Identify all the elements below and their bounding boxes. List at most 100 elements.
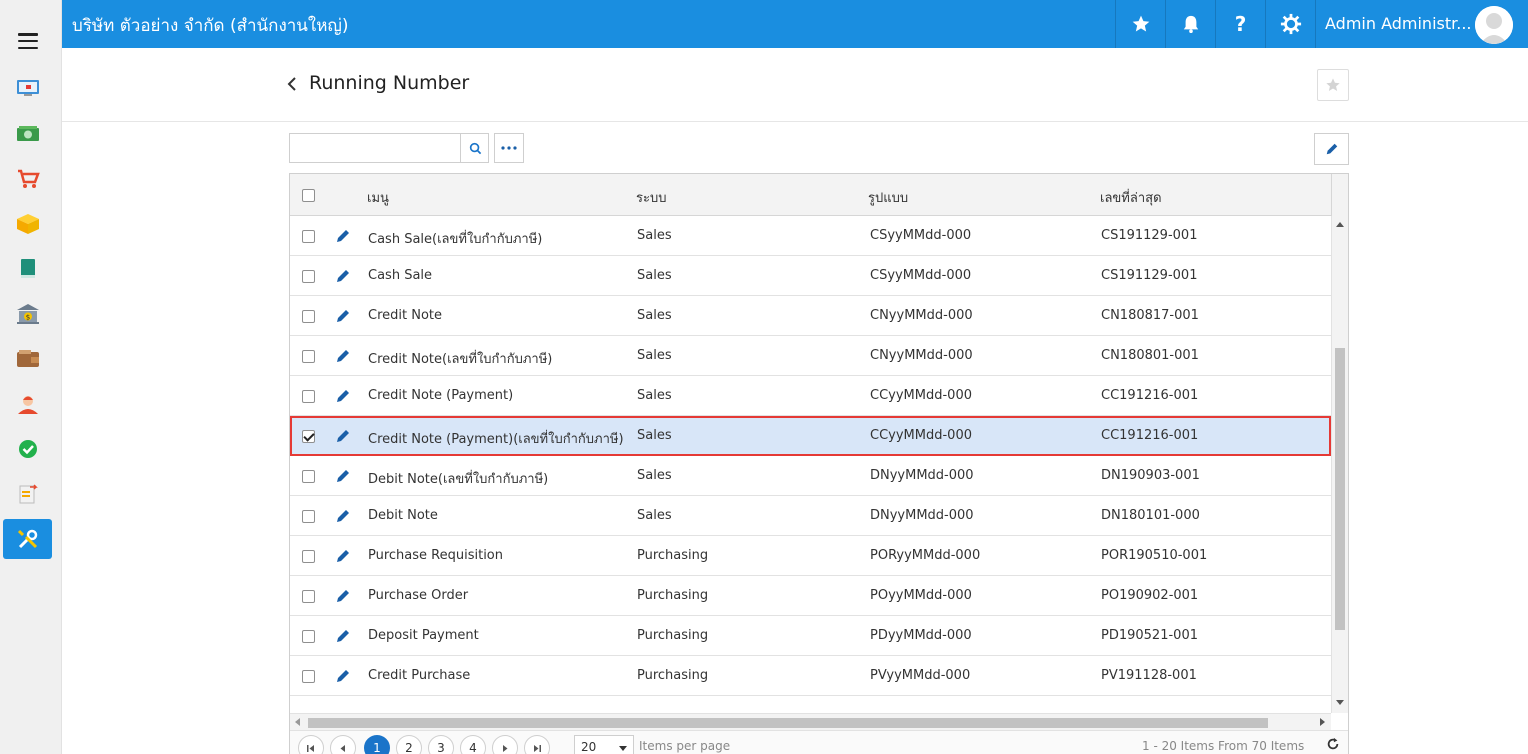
- first-page-icon: [307, 744, 314, 752]
- row-checkbox[interactable]: [302, 310, 315, 323]
- table-row[interactable]: Cash Sale Sales CSyyMMdd-000 CS191129-001: [290, 256, 1331, 296]
- first-page-button[interactable]: [298, 735, 324, 754]
- gear-icon: [1280, 13, 1301, 35]
- table-row[interactable]: Credit Note (Payment) Sales CCyyMMdd-000 CC…: [290, 376, 1331, 416]
- row-edit-pencil-icon[interactable]: [335, 308, 351, 324]
- row-checkbox[interactable]: [302, 430, 315, 443]
- add-favorite-button[interactable]: [1317, 69, 1349, 101]
- last-page-button[interactable]: [524, 735, 550, 754]
- cell-format: CNyyMMdd-000: [870, 308, 973, 323]
- page-button-2[interactable]: 2: [396, 735, 422, 754]
- dashboard-icon[interactable]: [14, 74, 42, 102]
- page-button-3[interactable]: 3: [428, 735, 454, 754]
- pager: 1 2 3 4 20 Items per page 1 - 20 Items F…: [290, 730, 1348, 754]
- scroll-right-icon[interactable]: [1320, 718, 1325, 726]
- approve-icon[interactable]: [14, 435, 42, 463]
- row-checkbox[interactable]: [302, 350, 315, 363]
- row-checkbox[interactable]: [302, 390, 315, 403]
- search-button[interactable]: [460, 134, 489, 162]
- more-options-button[interactable]: [494, 133, 524, 163]
- employee-icon[interactable]: [14, 390, 42, 418]
- row-edit-pencil-icon[interactable]: [335, 588, 351, 604]
- previous-page-button[interactable]: [330, 735, 356, 754]
- table-row[interactable]: Credit Purchase Purchasing PVyyMMdd-000 PV1…: [290, 656, 1331, 696]
- row-checkbox[interactable]: [302, 510, 315, 523]
- cell-format: CSyyMMdd-000: [870, 228, 972, 243]
- cart-icon[interactable]: [14, 165, 42, 193]
- bank-icon[interactable]: $: [14, 300, 42, 328]
- transfer-icon[interactable]: [14, 480, 42, 508]
- settings-tools-icon[interactable]: [3, 519, 52, 559]
- row-checkbox[interactable]: [302, 590, 315, 603]
- page-size-select[interactable]: 20: [574, 735, 634, 754]
- favorites-button[interactable]: [1115, 0, 1165, 48]
- money-icon[interactable]: [14, 120, 42, 148]
- page-button-4[interactable]: 4: [460, 735, 486, 754]
- cell-system: Purchasing: [637, 548, 709, 563]
- company-name: บริษัท ตัวอย่าง จำกัด (สำนักงานใหญ่): [72, 16, 349, 36]
- row-checkbox[interactable]: [302, 630, 315, 643]
- notifications-button[interactable]: [1165, 0, 1215, 48]
- page-header: Running Number: [62, 48, 1528, 122]
- cell-menu: Cash Sale: [368, 268, 433, 283]
- table-row[interactable]: Debit Note(เลขที่ใบกำกับภาษี) Sales DNyyMM…: [290, 456, 1331, 496]
- row-checkbox[interactable]: [302, 470, 315, 483]
- table-row[interactable]: Debit Note Sales DNyyMMdd-000 DN180101-000: [290, 496, 1331, 536]
- scroll-left-icon[interactable]: [295, 718, 300, 726]
- book-icon[interactable]: [14, 255, 42, 283]
- refresh-icon[interactable]: [1326, 737, 1342, 753]
- row-edit-pencil-icon[interactable]: [335, 268, 351, 284]
- row-checkbox[interactable]: [302, 550, 315, 563]
- scroll-up-icon[interactable]: [1336, 222, 1344, 227]
- column-header-format[interactable]: รูปแบบ: [868, 187, 908, 208]
- table-row[interactable]: Credit Note Sales CNyyMMdd-000 CN180817-001: [290, 296, 1331, 336]
- cell-latest-number: PV191128-001: [1101, 668, 1197, 683]
- cell-latest-number: DN180101-000: [1101, 508, 1200, 523]
- row-edit-pencil-icon[interactable]: [335, 388, 351, 404]
- avatar[interactable]: [1475, 6, 1513, 44]
- cell-menu: Credit Note(เลขที่ใบกำกับภาษี): [368, 352, 553, 367]
- box-icon[interactable]: [14, 210, 42, 238]
- search-input[interactable]: [290, 134, 460, 162]
- table-row[interactable]: Credit Note (Payment)(เลขที่ใบกำกับภาษี)…: [290, 416, 1331, 456]
- row-edit-pencil-icon[interactable]: [335, 228, 351, 244]
- row-edit-pencil-icon[interactable]: [335, 548, 351, 564]
- table-row[interactable]: Purchase Order Purchasing POyyMMdd-000 PO19…: [290, 576, 1331, 616]
- edit-button[interactable]: [1314, 133, 1349, 165]
- hamburger-menu-icon[interactable]: [18, 33, 38, 49]
- row-edit-pencil-icon[interactable]: [335, 668, 351, 684]
- table-row[interactable]: Deposit Payment Purchasing PDyyMMdd-000 PD1…: [290, 616, 1331, 656]
- page-button-1[interactable]: 1: [364, 735, 390, 754]
- row-edit-pencil-icon[interactable]: [335, 348, 351, 364]
- table-row[interactable]: Cash Sale(เลขที่ใบกำกับภาษี) Sales CSyyMMd…: [290, 216, 1331, 256]
- row-checkbox[interactable]: [302, 230, 315, 243]
- vertical-scroll-thumb[interactable]: [1335, 348, 1345, 630]
- scroll-down-icon[interactable]: [1336, 700, 1344, 705]
- row-edit-pencil-icon[interactable]: [335, 428, 351, 444]
- help-button[interactable]: ?: [1215, 0, 1265, 48]
- select-all-checkbox[interactable]: [302, 189, 315, 202]
- table-row[interactable]: Credit Note(เลขที่ใบกำกับภาษี) Sales CNyyM…: [290, 336, 1331, 376]
- cell-format: CNyyMMdd-000: [870, 348, 973, 363]
- row-edit-pencil-icon[interactable]: [335, 508, 351, 524]
- horizontal-scrollbar[interactable]: [290, 713, 1331, 730]
- items-per-page-label: Items per page: [639, 739, 731, 753]
- cell-system: Sales: [637, 468, 672, 483]
- column-header-menu[interactable]: เมนู: [367, 187, 389, 208]
- settings-button[interactable]: [1265, 0, 1315, 48]
- table-row[interactable]: Purchase Requisition Purchasing PORyyMMdd-…: [290, 536, 1331, 576]
- column-header-latest-number[interactable]: เลขที่ล่าสุด: [1100, 187, 1162, 208]
- row-edit-pencil-icon[interactable]: [335, 628, 351, 644]
- column-header-system[interactable]: ระบบ: [636, 187, 666, 208]
- help-icon: ?: [1234, 12, 1247, 36]
- cell-menu: Credit Purchase: [368, 668, 471, 683]
- back-chevron-icon[interactable]: [287, 76, 301, 92]
- vertical-scrollbar[interactable]: [1331, 216, 1348, 713]
- row-checkbox[interactable]: [302, 670, 315, 683]
- next-page-button[interactable]: [492, 735, 518, 754]
- horizontal-scroll-thumb[interactable]: [308, 718, 1268, 728]
- wallet-icon[interactable]: [14, 345, 42, 373]
- row-edit-pencil-icon[interactable]: [335, 468, 351, 484]
- row-checkbox[interactable]: [302, 270, 315, 283]
- cell-latest-number: CC191216-001: [1101, 388, 1199, 403]
